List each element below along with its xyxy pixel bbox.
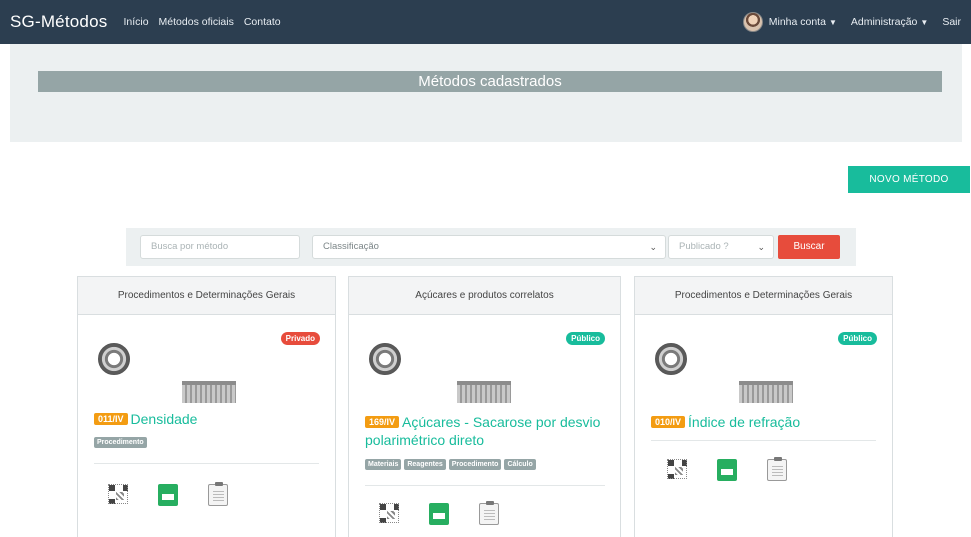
avatar[interactable] [742,12,763,32]
institution-seal-icon [98,343,130,375]
divider [94,463,319,464]
search-input[interactable]: Busca por método [140,235,300,259]
clipboard-icon[interactable] [208,482,228,506]
chevron-down-icon: ⌄ [757,242,765,252]
method-title-link[interactable]: 011/IV Densidade [94,410,197,428]
pdf-file-icon[interactable] [429,503,449,525]
status-badge: Público [838,332,877,345]
chevron-down-icon: ⌄ [649,242,657,252]
tag: Procedimento [94,437,147,448]
nav-links: Início Métodos oficiais Contato [123,16,280,28]
status-badge: Público [566,332,605,345]
method-title-link[interactable]: 010/IV Índice de refração [651,413,800,431]
admin-menu[interactable]: Administração ▼ [851,16,928,28]
pdf-file-icon[interactable] [158,484,178,506]
top-navbar: SG-Métodos Início Métodos oficiais Conta… [0,0,971,44]
filter-bar: Busca por método Classificação ⌄ Publica… [126,228,856,266]
card-category: Procedimentos e Determinações Gerais [635,277,892,315]
published-select-label: Publicado ? [679,241,729,252]
classification-select-label: Classificação [323,241,379,252]
logout-link[interactable]: Sair [942,16,961,28]
method-card: Procedimentos e Determinações Gerais Pri… [77,276,336,537]
published-select[interactable]: Publicado ? ⌄ [668,235,774,259]
building-logo-icon [739,381,793,403]
jumbotron: Métodos cadastrados [10,44,962,142]
method-card: Procedimentos e Determinações Gerais Púb… [634,276,893,537]
tag: Procedimento [448,459,502,470]
method-title-link[interactable]: 169/IV Açúcares - Sacarose por desvio pol… [365,413,605,449]
method-code-badge: 169/IV [365,416,400,428]
nav-link-metodos-oficiais[interactable]: Métodos oficiais [159,16,234,28]
caret-down-icon: ▼ [828,18,837,27]
method-code-badge: 011/IV [94,413,128,425]
institution-seal-icon [369,343,401,375]
card-category: Açúcares e produtos correlatos [349,277,620,315]
pdf-file-icon[interactable] [717,459,737,481]
card-category: Procedimentos e Determinações Gerais [78,277,335,315]
tag: Cálculo [504,459,536,470]
nav-right: Minha conta ▼ Administração ▼ Sair [742,12,961,32]
card-actions [108,482,228,506]
status-badge: Privado [280,332,320,345]
card-actions [379,501,499,525]
divider [365,485,605,486]
admin-menu-label: Administração [850,16,918,28]
account-menu-label: Minha conta [768,16,826,28]
tag-list: Materiais Reagentes Procedimento Cálculo [365,459,536,470]
building-logo-icon [457,381,511,403]
page-title: Métodos cadastrados [38,71,942,92]
institution-seal-icon [655,343,687,375]
nav-link-contato[interactable]: Contato [244,16,281,28]
new-method-button[interactable]: NOVO MÉTODO [848,166,970,193]
caret-down-icon: ▼ [920,18,929,27]
account-menu[interactable]: Minha conta ▼ [769,16,837,28]
search-button[interactable]: Buscar [778,235,840,259]
method-code-badge: 010/IV [651,416,686,428]
brand-link[interactable]: SG-Métodos [10,12,107,32]
method-title: Índice de refração [688,414,801,430]
tag: Materiais [365,459,402,470]
qr-code-icon[interactable] [379,503,399,523]
method-title: Densidade [130,411,198,427]
classification-select[interactable]: Classificação ⌄ [312,235,666,259]
qr-code-icon[interactable] [108,484,128,504]
nav-link-inicio[interactable]: Início [123,16,148,28]
card-actions [667,457,787,481]
tag-list: Procedimento [94,437,147,448]
method-card: Açúcares e produtos correlatos Público 1… [348,276,621,537]
clipboard-icon[interactable] [479,501,499,525]
tag: Reagentes [404,459,446,470]
building-logo-icon [182,381,236,403]
qr-code-icon[interactable] [667,459,687,479]
clipboard-icon[interactable] [767,457,787,481]
method-title: Açúcares - Sacarose por desvio polarimét… [365,414,601,448]
divider [651,440,876,441]
